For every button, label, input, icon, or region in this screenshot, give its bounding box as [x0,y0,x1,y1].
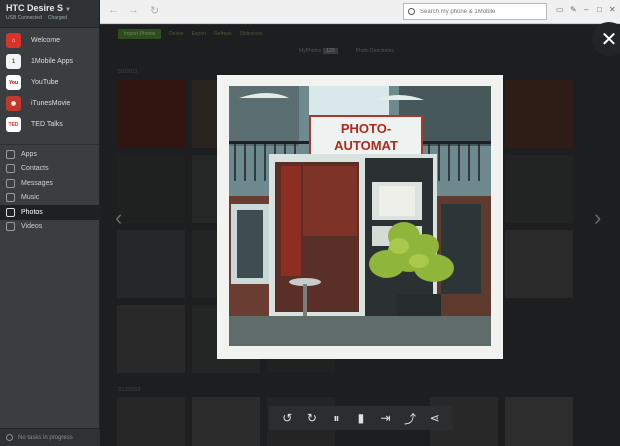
refresh-icon[interactable]: ↻ [150,4,159,17]
photos-icon [6,207,15,217]
sidebar-item-itunesmovie[interactable]: ◉ iTunesMovie [0,93,99,114]
back-icon[interactable]: ← [108,4,119,16]
close-icon: ✕ [600,28,618,51]
device-selector[interactable]: HTC Desire S ▼ USB Connected Charged [0,0,99,28]
sidebar-item-label: Photos [21,208,43,216]
tab-label: Photo Directories [355,48,394,54]
pause-icon[interactable]: ⏸ [326,408,346,428]
maximize-icon[interactable]: □ [597,5,602,14]
sign-line-1: PHOTO- [341,121,391,136]
set-wallpaper-icon[interactable]: ⤴ [400,408,420,428]
home-icon: ⌂ [6,33,21,48]
window-close-icon[interactable]: ✕ [609,5,616,14]
music-icon [6,193,15,203]
1mobile-icon: 1 [6,54,21,69]
photo-thumbnail[interactable] [505,80,573,148]
share-icon[interactable]: ⋖ [425,408,445,428]
sidebar-item-ted-talks[interactable]: TED TED Talks [0,114,99,135]
export-icon[interactable]: ⇥ [376,408,396,428]
rotate-left-icon[interactable]: ↺ [277,408,297,428]
photo-thumbnail[interactable] [117,305,185,373]
search-box[interactable] [403,3,547,20]
contacts-icon [6,164,15,174]
chevron-down-icon: ▼ [65,7,71,13]
sidebar-item-label: Videos [21,223,43,231]
tab-myphotos[interactable]: MyPhotos 120 [297,47,340,55]
sidebar-item-label: Music [21,194,40,202]
sidebar-item-apps[interactable]: Apps [0,147,99,162]
photo-image: PHOTO- AUTOMAT [229,86,491,346]
task-status-icon [6,434,13,441]
apps-icon [6,149,15,159]
previous-photo-icon[interactable]: ‹ [115,205,122,231]
rotate-right-icon[interactable]: ↻ [302,408,322,428]
youtube-icon: You [6,75,21,90]
photo-viewer: PHOTO- AUTOMAT [217,75,503,359]
search-icon [408,8,415,15]
photo-thumbnail[interactable] [117,155,185,223]
usb-status: USB Connected [6,15,42,21]
sidebar-item-label: Messages [21,179,53,187]
sidebar-item-label: Apps [21,150,37,158]
date-group-label: 5/1/2013 [118,69,138,75]
tab-photo-directories[interactable]: Photo Directories [354,47,396,55]
close-viewer-button[interactable]: ✕ [592,22,620,56]
toolbar: ← → ↻ ▭ ✎ – □ ✕ [100,0,620,24]
videos-icon [6,222,15,232]
sidebar: HTC Desire S ▼ USB Connected Charged ⌂ We… [0,0,100,446]
device-name: HTC Desire S [6,3,64,13]
sidebar-item-youtube[interactable]: You YouTube [0,72,99,93]
ted-icon: TED [6,117,21,132]
sidebar-item-photos[interactable]: Photos [0,205,99,220]
sidebar-item-label: YouTube [31,79,59,86]
task-status: No tasks in progress [0,428,100,446]
photo-illustration: PHOTO- AUTOMAT [229,86,491,346]
sidebar-item-welcome[interactable]: ⌂ Welcome [0,30,99,51]
import-photos-button[interactable]: Import Photos [118,29,162,39]
photo-thumbnail[interactable] [505,230,573,298]
minimize-icon[interactable]: – [584,5,588,14]
photo-thumbnail[interactable] [117,397,185,446]
next-photo-icon[interactable]: › [594,205,601,231]
slideshow-link[interactable]: Slideshow [240,31,263,37]
sidebar-item-label: Contacts [21,165,49,173]
sign-line-2: AUTOMAT [334,138,398,153]
tab-label: MyPhotos [299,48,322,54]
date-group-label: 3/12/2013 [118,387,141,393]
sidebar-item-music[interactable]: Music [0,191,99,206]
photo-thumbnail[interactable] [505,397,573,446]
sidebar-item-1mobile-apps[interactable]: 1 1Mobile Apps [0,51,99,72]
forward-icon[interactable]: → [128,4,139,16]
tab-count: 120 [323,48,338,54]
photo-thumbnail[interactable] [117,80,185,148]
search-input[interactable] [420,8,540,15]
sidebar-item-videos[interactable]: Videos [0,220,99,235]
sidebar-item-label: Welcome [31,37,61,44]
delete-link[interactable]: Delete [169,31,183,37]
message-icon[interactable]: ▭ [556,5,564,14]
itunes-movie-icon: ◉ [6,96,21,111]
photo-action-bar: ↺ ↻ ⏸ ▮ ⇥ ⤴ ⋖ [269,406,453,430]
battery-status: Charged [47,15,68,21]
sidebar-item-label: TED Talks [31,121,63,128]
sidebar-item-label: 1Mobile Apps [31,58,74,65]
sidebar-item-contacts[interactable]: Contacts [0,162,99,177]
refresh-link[interactable]: Refresh [214,31,232,37]
sidebar-item-label: iTunesMovie [31,100,71,107]
task-status-label: No tasks in progress [18,434,73,441]
photo-thumbnail[interactable] [505,155,573,223]
photo-thumbnail[interactable] [192,397,260,446]
settings-icon[interactable]: ✎ [570,5,577,14]
photo-thumbnail[interactable] [117,230,185,298]
messages-icon [6,178,15,188]
sidebar-item-messages[interactable]: Messages [0,176,99,191]
export-link[interactable]: Export [192,31,206,37]
delete-icon[interactable]: ▮ [351,408,371,428]
